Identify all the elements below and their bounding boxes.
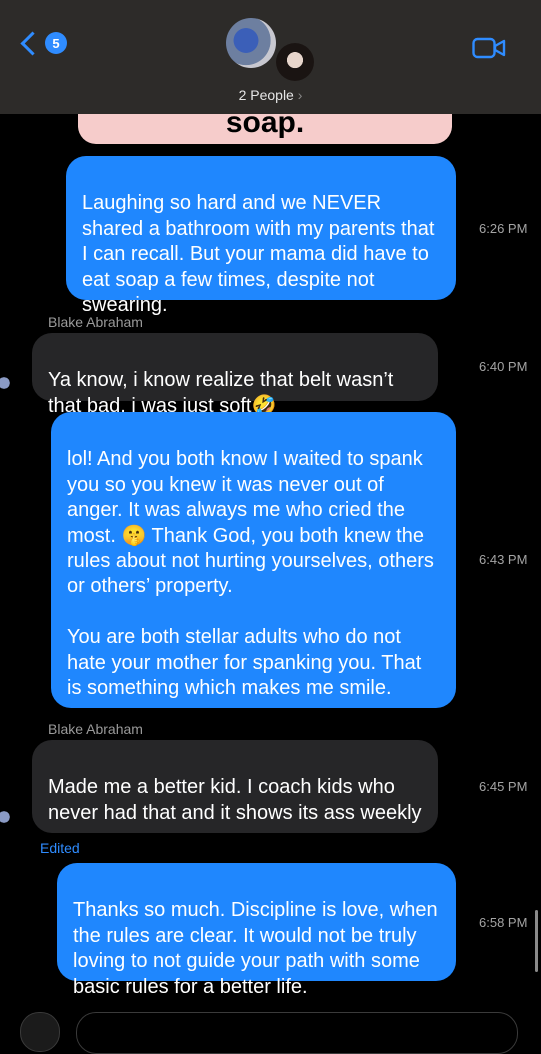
unread-count-badge: 5: [45, 32, 67, 54]
outgoing-message[interactable]: lol! And you both know I waited to spank…: [51, 412, 456, 708]
sender-name: Blake Abraham: [48, 314, 143, 330]
participant-avatar-1[interactable]: [226, 18, 276, 68]
message-text: Thanks so much. Discipline is love, when…: [73, 899, 438, 998]
outgoing-message[interactable]: Thanks so much. Discipline is love, when…: [57, 863, 456, 998]
incoming-message[interactable]: Ya know, i know realize that belt wasn’t…: [32, 333, 438, 417]
message-time: 6:58 PM: [479, 915, 528, 930]
video-camera-icon[interactable]: [472, 37, 506, 59]
chevron-left-icon: [20, 30, 45, 56]
sender-avatar[interactable]: [0, 806, 12, 828]
message-input[interactable]: [76, 1012, 518, 1054]
message-text: lol! And you both know I waited to spank…: [67, 448, 434, 700]
sender-name: Blake Abraham: [48, 721, 143, 737]
group-details-link[interactable]: 2 People ›: [0, 87, 541, 103]
message-time: 6:26 PM: [479, 221, 528, 236]
message-text: Laughing so hard and we NEVER shared a b…: [82, 192, 435, 317]
group-label: 2 People: [238, 87, 294, 103]
conversation-header: 5 2 People ›: [0, 0, 541, 114]
incoming-message[interactable]: Made me a better kid. I coach kids who n…: [32, 740, 438, 833]
message-text: Ya know, i know realize that belt wasn’t…: [48, 369, 394, 417]
message-text: Made me a better kid. I coach kids who n…: [48, 776, 422, 824]
outgoing-message[interactable]: Laughing so hard and we NEVER shared a b…: [66, 156, 456, 316]
edited-indicator[interactable]: Edited: [40, 840, 80, 856]
apps-button[interactable]: [20, 1012, 60, 1052]
message-time: 6:40 PM: [479, 359, 528, 374]
participant-avatar-2[interactable]: [276, 43, 314, 81]
scrollbar[interactable]: [535, 910, 538, 972]
back-button[interactable]: 5: [18, 30, 67, 56]
message-time: 6:43 PM: [479, 552, 528, 567]
message-time: 6:45 PM: [479, 779, 528, 794]
chevron-right-icon: ›: [297, 87, 303, 103]
sender-avatar[interactable]: [0, 372, 12, 394]
